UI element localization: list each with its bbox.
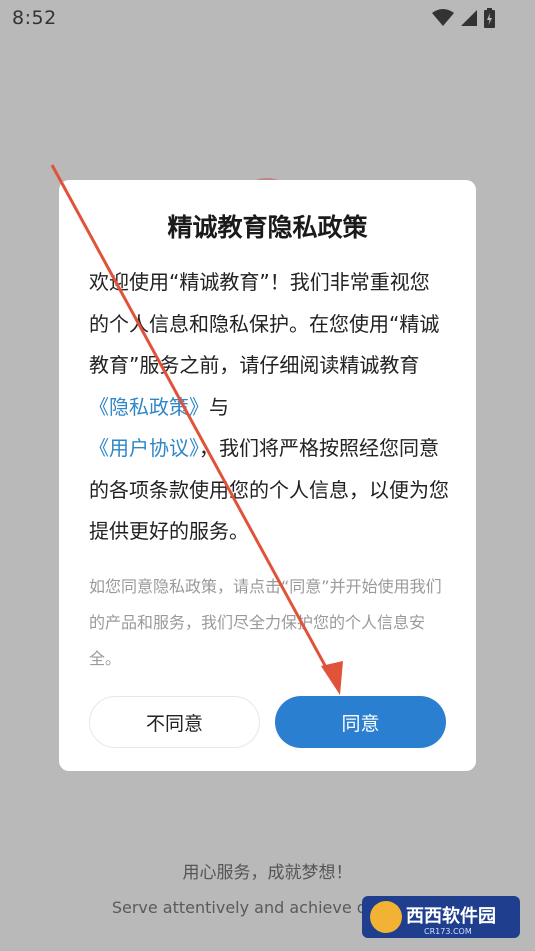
watermark-logo: 西西软件园 CR173.COM	[362, 890, 522, 942]
svg-text:CR173.COM: CR173.COM	[424, 927, 472, 936]
svg-text:西西软件园: 西西软件园	[406, 905, 496, 927]
annotation-arrow	[50, 164, 343, 695]
